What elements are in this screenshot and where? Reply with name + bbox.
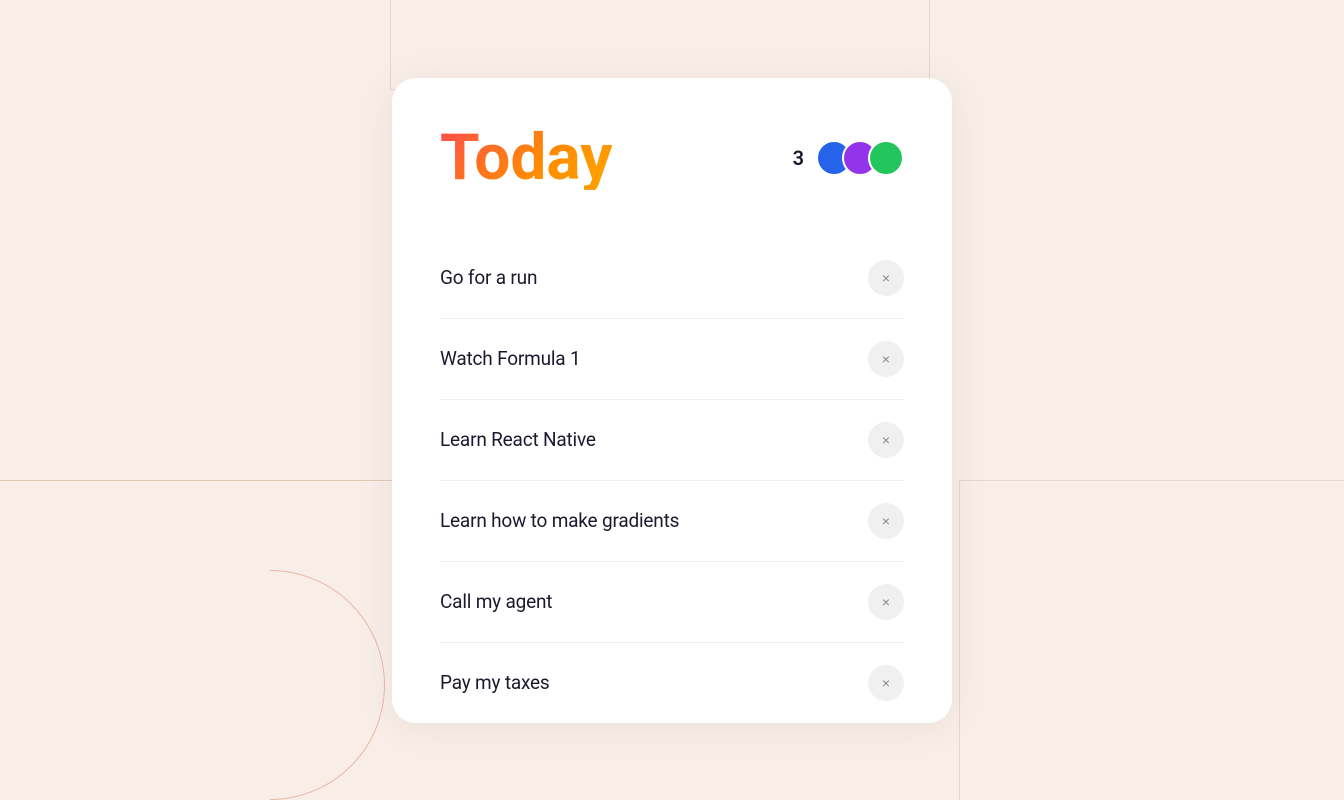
task-item: Pay my taxes × [440, 643, 904, 723]
task-close-button-3[interactable]: × [868, 422, 904, 458]
task-item: Watch Formula 1 × [440, 319, 904, 400]
task-close-button-2[interactable]: × [868, 341, 904, 377]
task-text: Learn how to make gradients [440, 509, 679, 532]
task-close-button-6[interactable]: × [868, 665, 904, 701]
task-item: Go for a run × [440, 238, 904, 319]
task-item: Learn how to make gradients × [440, 481, 904, 562]
task-item: Call my agent × [440, 562, 904, 643]
task-close-button-1[interactable]: × [868, 260, 904, 296]
task-text: Watch Formula 1 [440, 347, 580, 370]
task-text: Go for a run [440, 266, 537, 289]
card-header: Today 3 [440, 126, 904, 190]
page-title: Today [440, 126, 612, 190]
task-close-button-4[interactable]: × [868, 503, 904, 539]
avatar-dots [816, 140, 904, 176]
task-text: Pay my taxes [440, 671, 550, 694]
main-card: Today 3 Go for a run×Watch Formula 1×Lea… [392, 78, 952, 723]
task-list: Go for a run×Watch Formula 1×Learn React… [440, 238, 904, 723]
avatar-count: 3 [793, 146, 804, 170]
task-text: Learn React Native [440, 428, 596, 451]
task-item: Learn React Native × [440, 400, 904, 481]
avatar-3 [868, 140, 904, 176]
task-text: Call my agent [440, 590, 552, 613]
task-close-button-5[interactable]: × [868, 584, 904, 620]
avatars-group: 3 [793, 140, 904, 176]
